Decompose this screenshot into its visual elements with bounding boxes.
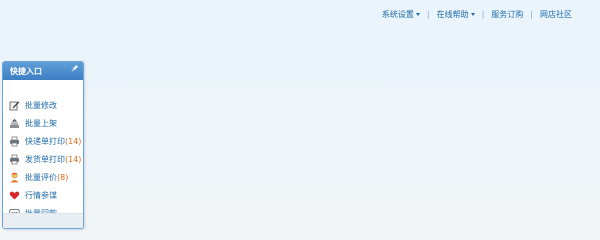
reviewer-icon (10, 172, 19, 182)
quick-entry-batch-review[interactable]: 批量评价 (8) (3, 168, 83, 186)
quick-entry-invoice-print[interactable]: 发货单打印 (14) (3, 150, 83, 168)
quick-entry-header: 快捷入口 (3, 62, 83, 80)
online-help-menu[interactable]: 在线帮助 (437, 9, 475, 20)
edit-icon (9, 101, 20, 110)
service-order-link[interactable]: 服务订购 (491, 9, 523, 20)
pin-icon[interactable] (71, 64, 79, 72)
chevron-down-icon (415, 13, 420, 16)
quick-entry-label: 批量上架 (25, 118, 57, 128)
quick-entry-label: 快递单打印 (25, 136, 65, 146)
quick-entry-count: (14) (65, 136, 82, 146)
stack-upload-icon (10, 118, 19, 128)
community-link[interactable]: 网店社区 (540, 9, 572, 20)
quick-entry-market-advisor[interactable]: 行情参谋 (3, 186, 83, 204)
quick-entry-label: 行情参谋 (25, 190, 57, 200)
nav-separator: | (481, 10, 485, 19)
quick-entry-label: 批量修改 (25, 100, 57, 110)
system-settings-menu[interactable]: 系统设置 (382, 9, 420, 20)
quick-entry-batch-edit[interactable]: 批量修改 (3, 96, 83, 114)
system-settings-label: 系统设置 (381, 10, 414, 19)
quick-entry-count: (14) (65, 154, 82, 164)
nav-separator: | (426, 10, 430, 19)
quick-entry-batch-list[interactable]: 批量上架 (3, 114, 83, 132)
chevron-down-icon (470, 13, 475, 16)
quick-entry-label: 批量评价 (25, 172, 57, 182)
quick-entry-title: 快捷入口 (10, 66, 42, 76)
printer-icon (10, 136, 19, 146)
panel-footer (3, 213, 83, 228)
quick-entry-express-print[interactable]: 快递单打印 (14) (3, 132, 83, 150)
quick-entry-count: (8) (57, 172, 69, 182)
quick-entry-list: 批量修改 批量上架 快递单打印 (14) 发货单打印(14) 批量评价 (8) … (3, 80, 83, 222)
top-navigation: 系统设置 | 在线帮助 | 服务订购 | 网店社区 (382, 9, 572, 20)
heart-icon (9, 191, 20, 200)
quick-entry-panel: 快捷入口 批量修改 批量上架 快递单打印 (14) 发货单打印 (14) 批量评… (2, 61, 84, 229)
quick-entry-label: 发货单打印 (25, 154, 65, 164)
printer-icon (10, 154, 19, 164)
online-help-label: 在线帮助 (436, 10, 469, 19)
nav-separator: | (530, 10, 533, 19)
